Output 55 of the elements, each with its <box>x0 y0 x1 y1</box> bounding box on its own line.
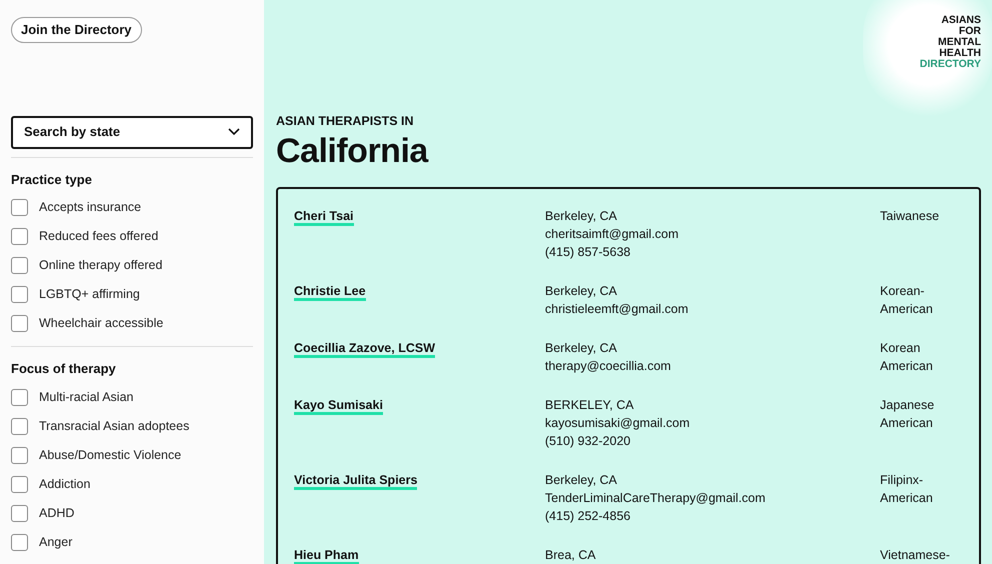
location-text: Berkeley, CA <box>545 472 618 489</box>
filter-option-label: Wheelchair accessible <box>39 315 164 332</box>
checkbox[interactable] <box>11 199 28 216</box>
location-text: Berkeley, CA <box>545 340 618 357</box>
filter-option-label: Transracial Asian adoptees <box>39 418 190 435</box>
checkbox[interactable] <box>11 286 28 303</box>
page-title: California <box>276 130 430 171</box>
checkbox[interactable] <box>11 534 28 550</box>
therapist-name-link[interactable]: Coecillia Zazove, LCSW <box>294 340 436 358</box>
filter-option-label: ADHD <box>39 504 74 522</box>
filter-group-title: Practice type <box>11 170 93 189</box>
location-text: Berkeley, CA <box>545 282 618 300</box>
email-text: christieleemft@gmail.com <box>545 300 688 318</box>
eyebrow-heading: ASIAN THERAPISTS IN <box>276 113 415 130</box>
filter-option-label: Multi-racial Asian <box>39 388 134 406</box>
ethnicity-text: Korean American <box>880 340 934 375</box>
filter-option-label: Online therapy offered <box>39 257 162 274</box>
join-button[interactable]: Join the Directory <box>11 17 142 42</box>
checkbox[interactable] <box>11 257 28 274</box>
filter-option-label: Anger <box>39 534 72 551</box>
ethnicity-text: Japanese American <box>880 396 936 432</box>
location-text: BERKELEY, CA <box>545 396 634 414</box>
filter-group-title: Focus of therapy <box>11 360 117 378</box>
checkbox[interactable] <box>11 476 28 492</box>
checkbox[interactable] <box>11 315 28 332</box>
email-text: therapy@coecillia.com <box>545 358 671 375</box>
ethnicity-text: Filipinx-American <box>880 472 934 507</box>
state-select[interactable]: Search by state <box>11 116 253 148</box>
therapist-name-link[interactable]: Christie Lee <box>294 284 366 301</box>
email-text: kayosumisaki@gmail.com <box>545 414 690 432</box>
therapist-name-link[interactable]: Kayo Sumisaki <box>294 398 383 415</box>
ethnicity-text: Taiwanese <box>880 208 940 225</box>
therapist-name-link[interactable]: Victoria Julita Spiers <box>294 472 418 490</box>
filter-option-label: Reduced fees offered <box>39 228 158 246</box>
checkbox[interactable] <box>11 418 28 434</box>
email-text: cheritsaimft@gmail.com <box>545 226 679 243</box>
therapist-name-link[interactable]: Cheri Tsai <box>294 208 354 226</box>
checkbox[interactable] <box>11 504 28 522</box>
location-text: Berkeley, CA <box>545 208 618 225</box>
location-text: Brea, CA <box>545 546 596 564</box>
chevron-down-icon <box>228 128 240 136</box>
phone-text: (415) 252-4856 <box>545 508 630 525</box>
filter-option-label: LGBTQ+ affirming <box>39 286 140 304</box>
filter-option-label: Accepts insurance <box>39 199 142 216</box>
phone-text: (510) 932-2020 <box>545 432 630 450</box>
checkbox[interactable] <box>11 228 28 245</box>
ethnicity-text: Korean-American <box>880 282 934 318</box>
ethnicity-text: Vietnamese- <box>880 546 951 564</box>
phone-text: (415) 857-5638 <box>545 244 630 261</box>
filter-option-label: Addiction <box>39 476 90 493</box>
email-text: TenderLiminalCareTherapy@gmail.com <box>545 490 766 507</box>
filter-option-label: Abuse/Domestic Violence <box>39 446 182 464</box>
checkbox[interactable] <box>11 446 28 464</box>
checkbox[interactable] <box>11 388 28 406</box>
therapist-name-link[interactable]: Hieu Pham <box>294 548 359 564</box>
